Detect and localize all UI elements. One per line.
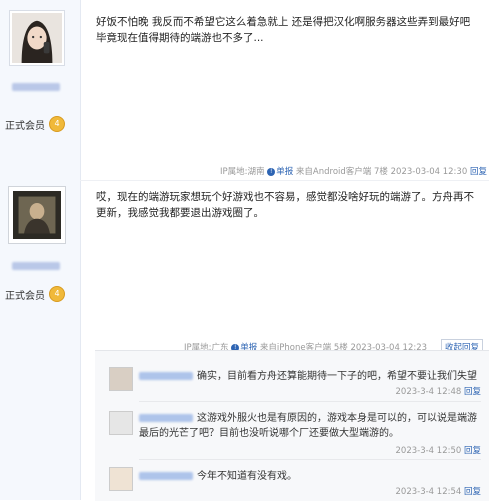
post-divider xyxy=(80,180,489,181)
reply-time: 2023-3-4 12:50 xyxy=(395,446,462,456)
ip-location: IP属地:湖南 xyxy=(220,167,265,177)
reply-meta: 2023-3-4 12:54 回复 xyxy=(396,485,482,497)
avatar-image xyxy=(13,191,61,239)
member-label: 正式会员 xyxy=(5,290,45,302)
reply-text: 确实，目前看方舟还算能期待一下子的吧，希望不要让我们失望 xyxy=(197,371,477,382)
post-content-2: 哎，现在的端游玩家想玩个好游戏也不容易，感觉都没啥好玩的端游了。方舟再不更新，我… xyxy=(96,191,474,219)
reply-username[interactable] xyxy=(139,372,193,380)
level-badge-icon: 4 xyxy=(49,116,65,132)
reply-button[interactable]: 回复 xyxy=(464,387,481,397)
user-avatar-1[interactable] xyxy=(9,10,65,66)
username-2[interactable] xyxy=(12,262,60,270)
reply-avatar[interactable] xyxy=(109,467,133,491)
reply-text: 今年不知道有没有戏。 xyxy=(197,471,297,482)
avatar-image xyxy=(12,13,62,63)
client-source[interactable]: 来自Android客户端 xyxy=(296,167,371,177)
reply-meta: 2023-3-4 12:50 回复 xyxy=(396,444,482,456)
report-link[interactable]: ! 单报 xyxy=(267,167,293,177)
post-time: 2023-03-04 12:30 xyxy=(390,167,468,177)
reply-username[interactable] xyxy=(139,472,193,480)
member-level-2: 正式会员 4 xyxy=(5,286,65,302)
username-1[interactable] xyxy=(12,83,60,91)
member-label: 正式会员 xyxy=(5,120,45,132)
reply-username[interactable] xyxy=(139,414,193,422)
reply-item: 这游戏外服火也是有原因的，游戏本身是可以的，可以说是端游最后的光芒了吧？目前也没… xyxy=(139,411,483,441)
reply-item: 确实，目前看方舟还算能期待一下子的吧，希望不要让我们失望 xyxy=(139,369,483,384)
reply-time: 2023-3-4 12:48 xyxy=(395,387,462,397)
post-content-1: 好饭不怕晚 我反而不希望它这么着急就上 还是得把汉化啊服务器这些弄到最好吧 毕竟… xyxy=(96,16,471,44)
user-sidebar xyxy=(0,0,81,500)
floor-number: 7楼 xyxy=(374,167,388,177)
reply-avatar[interactable] xyxy=(109,411,133,435)
reply-button[interactable]: 回复 xyxy=(464,446,481,456)
reply-meta: 2023-3-4 12:48 回复 xyxy=(396,385,482,397)
reply-time: 2023-3-4 12:54 xyxy=(395,487,462,497)
reply-item: 今年不知道有没有戏。 xyxy=(139,469,483,484)
reply-button[interactable]: 回复 xyxy=(464,487,481,497)
post-meta-1: IP属地:湖南 ! 单报 来自Android客户端 7楼 2023-03-04 1… xyxy=(220,165,487,177)
reply-list: 确实，目前看方舟还算能期待一下子的吧，希望不要让我们失望 2023-3-4 12… xyxy=(95,350,489,501)
level-badge-icon: 4 xyxy=(49,286,65,302)
report-icon: ! xyxy=(267,167,276,176)
user-avatar-2[interactable] xyxy=(9,187,65,243)
reply-link[interactable]: 回复 xyxy=(470,167,487,177)
member-level-1: 正式会员 4 xyxy=(5,116,65,132)
reply-divider xyxy=(139,459,481,460)
reply-avatar[interactable] xyxy=(109,367,133,391)
reply-divider xyxy=(139,401,481,402)
